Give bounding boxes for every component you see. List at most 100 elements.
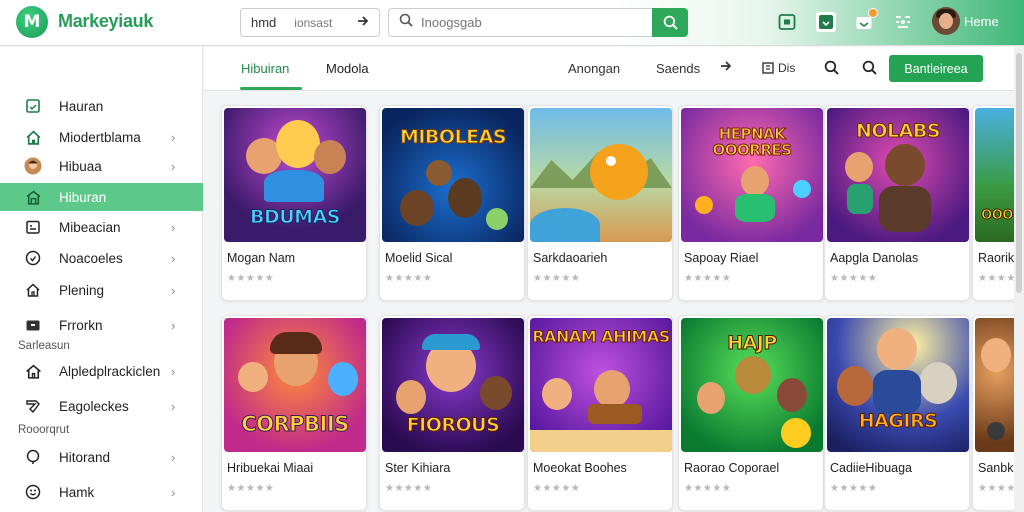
content-scrollbar[interactable] <box>1014 47 1024 512</box>
sidebar-item-label: Hamk <box>59 484 95 500</box>
game-thumbnail: HEPNAK OOORRES <box>681 108 823 242</box>
smile-icon <box>24 483 42 501</box>
game-thumbnail: RANAM AHIMAS <box>530 318 672 452</box>
chevron-right-icon: › <box>171 219 176 235</box>
home-icon <box>24 362 42 380</box>
filter-arrow-icon <box>357 15 369 30</box>
sidebar-item-0[interactable]: Hauran <box>0 92 203 120</box>
sidebar-item-label: Mibeacian <box>59 219 121 235</box>
user-name[interactable]: Heme <box>964 14 999 29</box>
sidebar-section-1: Sarleasun <box>18 340 70 352</box>
game-card[interactable]: Sanbk ★★★★★ <box>972 315 1018 511</box>
sidebar-item-5[interactable]: Noacoeles › <box>0 244 203 272</box>
rating-stars: ★★★★★ <box>978 483 1017 494</box>
screen-icon[interactable] <box>777 12 797 32</box>
sidebar-item-7[interactable]: Frrorkn › <box>0 311 203 339</box>
avatar-face <box>939 13 953 29</box>
sidebar-item-3[interactable]: Hiburan <box>0 183 203 211</box>
game-card[interactable]: OOO Raorik ★★★★★ <box>972 105 1018 301</box>
sidebar-item-10[interactable]: Hitorand › <box>0 443 203 471</box>
game-thumbnail: CORPBIIS <box>224 318 366 452</box>
search-icon <box>399 13 413 32</box>
grid-icon <box>762 62 774 74</box>
game-card[interactable]: NOLABS Aapgla Danolas ★★★★★ <box>824 105 970 301</box>
user-avatar[interactable] <box>932 7 960 35</box>
game-title: Mogan Nam <box>227 251 296 265</box>
brand-logo-icon[interactable]: M <box>16 6 48 38</box>
sidebar-item-label: Hitorand <box>59 449 111 465</box>
game-thumbnail: FIOROUS <box>382 318 524 452</box>
game-thumbnail: HAJP <box>681 318 823 452</box>
game-card[interactable]: HAJP Raorao Coporael ★★★★★ <box>678 315 824 511</box>
sidebar-item-label: Eagoleckes <box>59 398 129 414</box>
chevron-right-icon: › <box>171 158 176 174</box>
view-toggle[interactable]: Dis <box>762 61 795 75</box>
sidebar-item-4[interactable]: Mibeacian › <box>0 213 203 241</box>
game-title: Sarkdaoarieh <box>533 251 608 265</box>
rating-stars: ★★★★★ <box>227 273 275 284</box>
active-tab-indicator <box>240 87 302 90</box>
game-card[interactable]: RANAM AHIMAS Moeokat Boohes ★★★★★ <box>527 315 673 511</box>
game-card[interactable]: MIBOLEAS Moelid Sical ★★★★★ <box>379 105 525 301</box>
apps-icon[interactable] <box>893 12 913 32</box>
chevron-right-icon: › <box>171 317 176 333</box>
game-art-title: FIOROUS <box>406 414 500 437</box>
game-thumbnail <box>975 318 1017 452</box>
sidebar-item-6[interactable]: Plening › <box>0 276 203 304</box>
game-card[interactable]: Sarkdaoarieh ★★★★★ <box>527 105 673 301</box>
rating-stars: ★★★★★ <box>978 273 1017 284</box>
game-title: Raorik <box>978 251 1015 265</box>
game-title: Sanbk <box>978 461 1014 475</box>
search-icon[interactable] <box>824 60 839 78</box>
search-button[interactable] <box>652 8 688 37</box>
folder-icon <box>24 316 42 334</box>
tab-modola[interactable]: Modola <box>326 61 369 76</box>
game-card[interactable]: CORPBIIS Hribuekai Miaai ★★★★★ <box>221 315 367 511</box>
game-card[interactable]: BDUMAS Mogan Nam ★★★★★ <box>221 105 367 301</box>
filter-dropdown[interactable]: Saends <box>656 61 700 76</box>
game-title: Sapoay Riael <box>684 251 759 265</box>
notification-badge <box>868 8 878 18</box>
content-toolbar: Hibuiran Modola Anongan Saends Dis Bantl… <box>204 47 1014 91</box>
game-card[interactable]: HEPNAK OOORRES Sapoay Riael ★★★★★ <box>678 105 824 301</box>
game-card[interactable]: FIOROUS Ster Kihiara ★★★★★ <box>379 315 525 511</box>
home-icon <box>24 128 42 146</box>
sidebar-item-1[interactable]: Miodertblama › <box>0 123 203 151</box>
sidebar-item-8[interactable]: Alpledplrackiclen › <box>0 357 203 385</box>
game-thumbnail: OOO <box>975 108 1017 242</box>
category-filter-select[interactable]: hmd ionsast <box>240 8 380 37</box>
rating-stars: ★★★★★ <box>227 483 275 494</box>
sidebar-item-label: Hiburan <box>59 189 107 205</box>
download-icon[interactable] <box>816 12 836 32</box>
sidebar-item-9[interactable]: Eagoleckes › <box>0 392 203 420</box>
scrollbar-thumb[interactable] <box>1016 53 1022 293</box>
game-art-title: NOLABS <box>855 120 941 143</box>
game-title: Hribuekai Miaai <box>227 461 314 475</box>
game-thumbnail: NOLABS <box>827 108 969 242</box>
rating-stars: ★★★★★ <box>684 273 732 284</box>
search-input[interactable] <box>421 15 641 30</box>
pin-icon <box>24 448 42 466</box>
game-thumbnail: BDUMAS <box>224 108 366 242</box>
sidebar-item-11[interactable]: Hamk › <box>0 478 203 506</box>
rating-stars: ★★★★★ <box>684 483 732 494</box>
game-title: Aapgla Danolas <box>830 251 919 265</box>
brand-name[interactable]: Markeyiauk <box>58 11 153 32</box>
zoom-icon[interactable] <box>862 60 877 78</box>
game-title: Moelid Sical <box>385 251 453 265</box>
tab-hibuiran[interactable]: Hibuiran <box>241 61 289 76</box>
rating-stars: ★★★★★ <box>385 483 433 494</box>
sidebar-item-label: Hauran <box>59 98 104 114</box>
primary-action-button[interactable]: Bantleireea <box>889 55 983 82</box>
calendar-icon <box>24 218 42 236</box>
sort-dropdown[interactable]: Anongan <box>568 61 620 76</box>
rating-stars: ★★★★★ <box>830 483 878 494</box>
store-icon <box>24 188 42 206</box>
game-art-title: CORPBIIS <box>241 412 350 437</box>
sidebar-item-label: Plening <box>59 282 105 298</box>
navigate-arrow-icon[interactable] <box>720 60 732 75</box>
chevron-right-icon: › <box>171 484 176 500</box>
game-art-title: MIBOLEAS <box>399 126 507 149</box>
sidebar-item-2[interactable]: Hibuaa › <box>0 152 203 180</box>
game-card[interactable]: HAGIRS CadiieHibuaga ★★★★★ <box>824 315 970 511</box>
